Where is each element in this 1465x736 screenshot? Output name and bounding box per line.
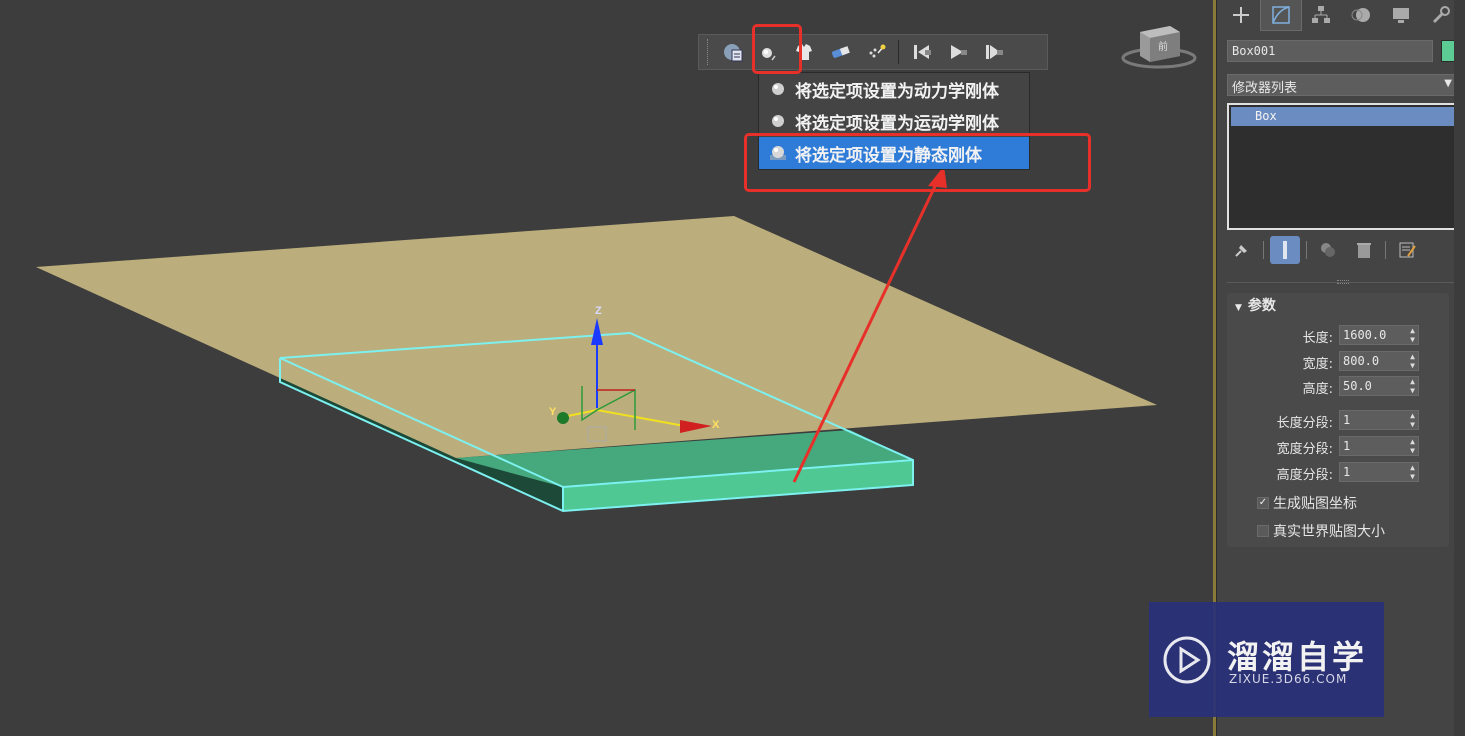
modifier-list-dropdown[interactable]: 修改器列表 ▼	[1227, 74, 1459, 96]
toolbar-grip[interactable]	[707, 39, 710, 65]
param-label: 高度:	[1302, 382, 1333, 397]
spinner-arrows-icon[interactable]: ▲ ▼	[1410, 352, 1415, 370]
param-row-width: 宽度: 800.0 ▲ ▼	[1227, 351, 1449, 372]
length-segs-spinner[interactable]: 1 ▲ ▼	[1339, 410, 1419, 430]
param-label: 高度分段:	[1276, 468, 1333, 483]
param-row-length: 长度: 1600.0 ▲ ▼	[1227, 325, 1449, 346]
modifier-stack: Box	[1227, 103, 1461, 230]
height-segs-spinner[interactable]: 1 ▲ ▼	[1339, 462, 1419, 482]
viewcube-face-label: 前	[1158, 40, 1168, 53]
spinner-arrows-icon[interactable]: ▲ ▼	[1410, 377, 1415, 395]
panel-scrollbar[interactable]	[1454, 0, 1465, 736]
gizmo-x-label: X	[712, 419, 720, 431]
spinner-value: 1	[1343, 465, 1351, 479]
trash-icon[interactable]	[1349, 236, 1379, 264]
configure-sets-icon[interactable]	[1392, 236, 1422, 264]
spinner-arrows-icon[interactable]: ▲ ▼	[1410, 437, 1415, 455]
spinner-value: 800.0	[1343, 354, 1380, 368]
height-spinner[interactable]: 50.0 ▲ ▼	[1339, 376, 1419, 396]
collapse-triangle-icon: ▼	[1235, 303, 1242, 313]
spinner-value: 1	[1343, 413, 1351, 427]
toolbar-separator	[898, 40, 899, 64]
spinner-arrows-icon[interactable]: ▲ ▼	[1410, 411, 1415, 429]
toolbar-separator	[1385, 241, 1386, 259]
constraint-icon[interactable]	[822, 37, 858, 67]
length-spinner[interactable]: 1600.0 ▲ ▼	[1339, 325, 1419, 345]
play-logo-icon	[1163, 636, 1211, 684]
spinner-value: 50.0	[1343, 379, 1372, 393]
show-end-result-icon[interactable]	[1270, 236, 1300, 264]
panel-grip[interactable]	[1337, 280, 1349, 284]
display-tab-icon[interactable]	[1381, 0, 1421, 30]
sphere-icon	[765, 109, 791, 133]
gizmo-z-label: Z	[595, 305, 602, 317]
command-panel-tabs	[1221, 0, 1461, 31]
real-world-map-size-checkbox[interactable]: 真实世界贴图大小	[1257, 522, 1385, 540]
massfx-world-icon[interactable]	[714, 37, 750, 67]
menu-item-label: 将选定项设置为动力学刚体	[795, 81, 999, 102]
menu-item-dynamic[interactable]: 将选定项设置为动力学刚体	[759, 73, 1029, 105]
rigid-body-button-highlight	[752, 24, 802, 74]
param-row-length-segs: 长度分段: 1 ▲ ▼	[1227, 410, 1449, 431]
particle-icon[interactable]	[858, 37, 894, 67]
scene-canvas: Z X Y 前	[36, 26, 1197, 513]
spinner-arrows-icon[interactable]: ▲ ▼	[1410, 463, 1415, 481]
param-row-height-segs: 高度分段: 1 ▲ ▼	[1227, 462, 1449, 483]
modifier-list-label: 修改器列表	[1232, 81, 1298, 96]
param-label: 长度分段:	[1276, 416, 1333, 431]
play-simulation-icon[interactable]	[939, 37, 975, 67]
parameters-rollout: ▼ 参数 长度: 1600.0 ▲ ▼ 宽度: 800.0 ▲ ▼ 高度: 50.0 ▲ ▼ …	[1227, 293, 1449, 547]
spinner-arrows-icon[interactable]: ▲ ▼	[1410, 326, 1415, 344]
pin-stack-icon[interactable]	[1227, 236, 1257, 264]
toolbar-separator	[1306, 241, 1307, 259]
stack-item-box[interactable]: Box	[1231, 107, 1458, 126]
create-tab-icon[interactable]	[1221, 0, 1261, 30]
param-row-height: 高度: 50.0 ▲ ▼	[1227, 376, 1449, 397]
spinner-value: 1600.0	[1343, 328, 1387, 342]
param-label: 长度:	[1302, 331, 1333, 346]
checkbox-box	[1257, 525, 1269, 537]
modify-tab-icon[interactable]	[1260, 0, 1302, 31]
hierarchy-tab-icon[interactable]	[1301, 0, 1341, 30]
sphere-icon	[765, 77, 791, 101]
massfx-toolbar	[698, 34, 1048, 70]
watermark-url: ZIXUE.3D66.COM	[1229, 672, 1348, 686]
spinner-value: 1	[1343, 439, 1351, 453]
chevron-down-icon: ▼	[1444, 78, 1452, 89]
param-row-width-segs: 宽度分段: 1 ▲ ▼	[1227, 436, 1449, 457]
checkmark-icon: ✓	[1257, 497, 1269, 509]
menu-item-label: 将选定项设置为运动学刚体	[795, 113, 999, 134]
gizmo-y-label: Y	[549, 406, 557, 418]
step-simulation-icon[interactable]	[975, 37, 1011, 67]
param-label: 宽度:	[1302, 357, 1333, 372]
checkbox-label: 真实世界贴图大小	[1273, 524, 1385, 540]
static-item-highlight	[744, 133, 1091, 192]
rollout-header[interactable]: ▼ 参数	[1235, 295, 1276, 315]
reset-simulation-icon[interactable]	[903, 37, 939, 67]
object-name-field[interactable]: Box001	[1227, 40, 1433, 62]
toolbar-separator	[1263, 241, 1264, 259]
motion-tab-icon[interactable]	[1341, 0, 1381, 30]
width-segs-spinner[interactable]: 1 ▲ ▼	[1339, 436, 1419, 456]
gen-mapping-coords-checkbox[interactable]: ✓ 生成贴图坐标	[1257, 494, 1357, 512]
stack-toolbar	[1227, 236, 1457, 264]
watermark: 溜溜自学 ZIXUE.3D66.COM	[1149, 602, 1384, 717]
checkbox-label: 生成贴图坐标	[1273, 496, 1357, 512]
param-label: 宽度分段:	[1276, 442, 1333, 457]
width-spinner[interactable]: 800.0 ▲ ▼	[1339, 351, 1419, 371]
make-unique-icon[interactable]	[1313, 236, 1343, 264]
rollout-title: 参数	[1247, 298, 1276, 314]
perspective-viewport[interactable]: Z X Y 前 将选定项设置为动力学刚体 将选定项设置为运动学刚体 将选定项设置…	[0, 0, 1216, 736]
